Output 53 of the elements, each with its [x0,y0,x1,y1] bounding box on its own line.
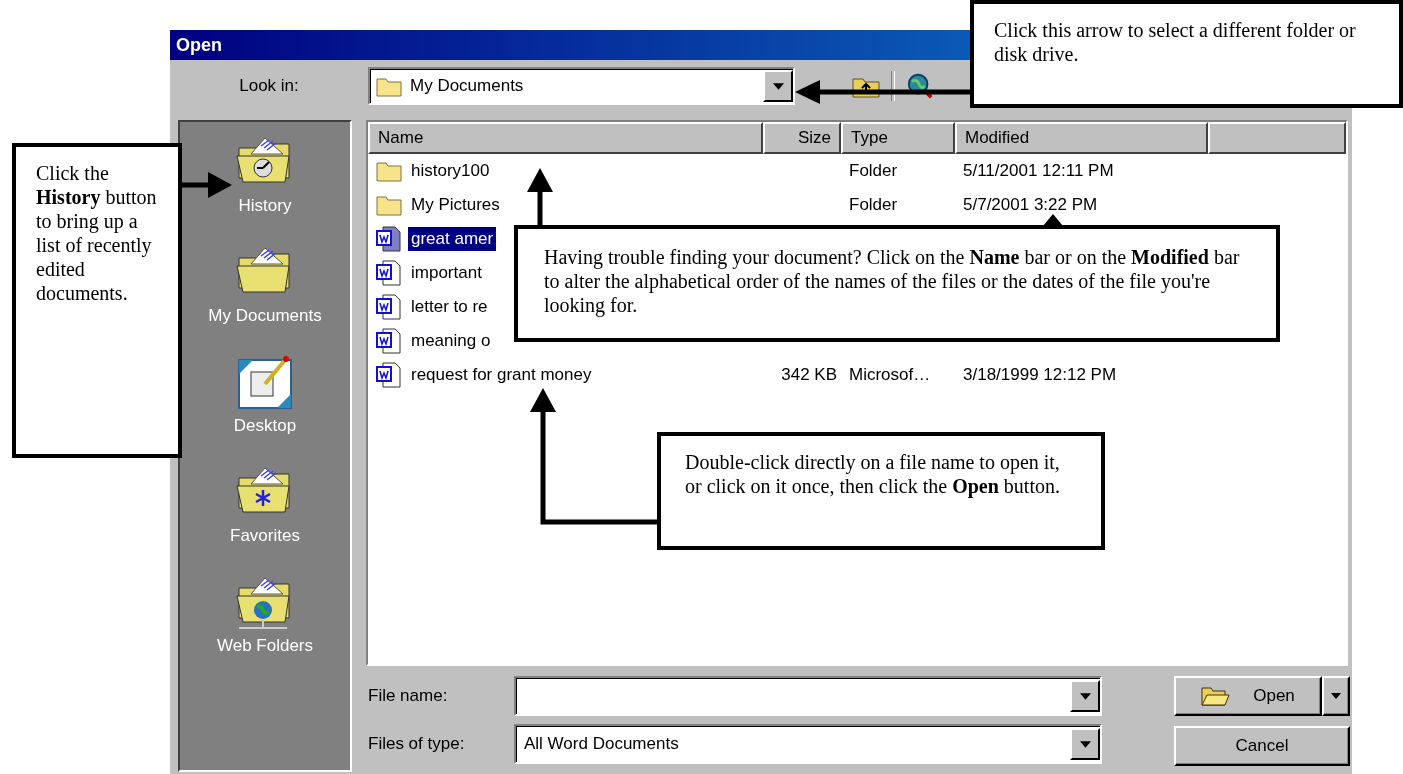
file-name[interactable]: letter to re [408,295,491,319]
file-name-label: File name: [367,686,449,706]
folder-icon [376,75,402,97]
callout-text: Click this arrow to select a different folder or disk drive. [994,19,1356,65]
document-icon [376,260,402,286]
look-in-dropdown[interactable]: My Documents [368,67,795,105]
open-button[interactable]: Open [1174,676,1322,716]
look-in-label: Look in: [238,76,300,96]
file-modified: 3/18/1999 12:12 PM [963,365,1117,384]
callout-text: Click the History button to bring up a list of recently edited documents. [36,162,157,304]
file-name[interactable]: My Pictures [408,193,503,217]
caret-icon [1079,692,1091,700]
caret-icon [1331,693,1341,699]
callout-text: Double-click directly on a file name to open it, or click on it once, then click the Open button. [685,451,1060,497]
column-header[interactable]: Type [841,122,955,154]
dropdown-arrow-button[interactable] [1322,676,1350,716]
file-type: Microsof… [849,365,931,384]
desktop-icon [235,354,295,410]
window-title: Open [176,34,222,56]
file-name-field[interactable] [514,676,1102,716]
file-type-dropdown[interactable]: All Word Documents [514,724,1102,764]
document-icon [376,362,402,388]
column-header[interactable]: Size [763,122,841,154]
document-icon [376,294,402,320]
file-name[interactable]: request for grant money [408,363,595,387]
column-header[interactable]: Modified [955,122,1208,154]
places-bar-item[interactable]: Favorites [230,464,300,546]
callout-text: Having trouble finding your document? Click on the Name bar or on the Modified bar to alter the alphabetical order of the names of the files or the dates of the file you're looking for. [544,246,1240,316]
places-bar-item[interactable]: My Documents [208,244,322,326]
selected-document-icon [376,226,402,252]
document-icon [376,328,402,354]
dropdown-arrow-button[interactable] [763,70,793,102]
open-folder-icon [1201,684,1232,708]
file-name[interactable]: important [408,261,485,285]
globe-search-icon[interactable] [905,72,935,100]
column-header[interactable]: Name [368,122,763,154]
places-bar-item[interactable]: Desktop [233,354,297,436]
cancel-button[interactable]: Cancel [1174,726,1350,766]
file-type: Folder [849,195,898,214]
caret-icon [772,82,784,90]
file-name[interactable]: great amer [408,227,497,251]
file-modified: 5/11/2001 12:11 PM [963,161,1114,180]
file-modified: 5/7/2001 3:22 PM [963,195,1098,214]
dropdown-arrow-button[interactable] [1070,680,1100,712]
dropdown-arrow-button[interactable] [1070,728,1100,760]
file-type: Folder [849,161,898,180]
places-bar-item[interactable]: History [235,134,295,216]
file-type-label: Files of type: [367,734,466,754]
file-size: 342 KB [781,365,837,384]
file-name[interactable]: history100 [408,159,493,183]
file-name[interactable]: meaning o [408,329,494,353]
caret-icon [1079,740,1091,748]
places-bar-item[interactable]: Web Folders [216,574,314,656]
